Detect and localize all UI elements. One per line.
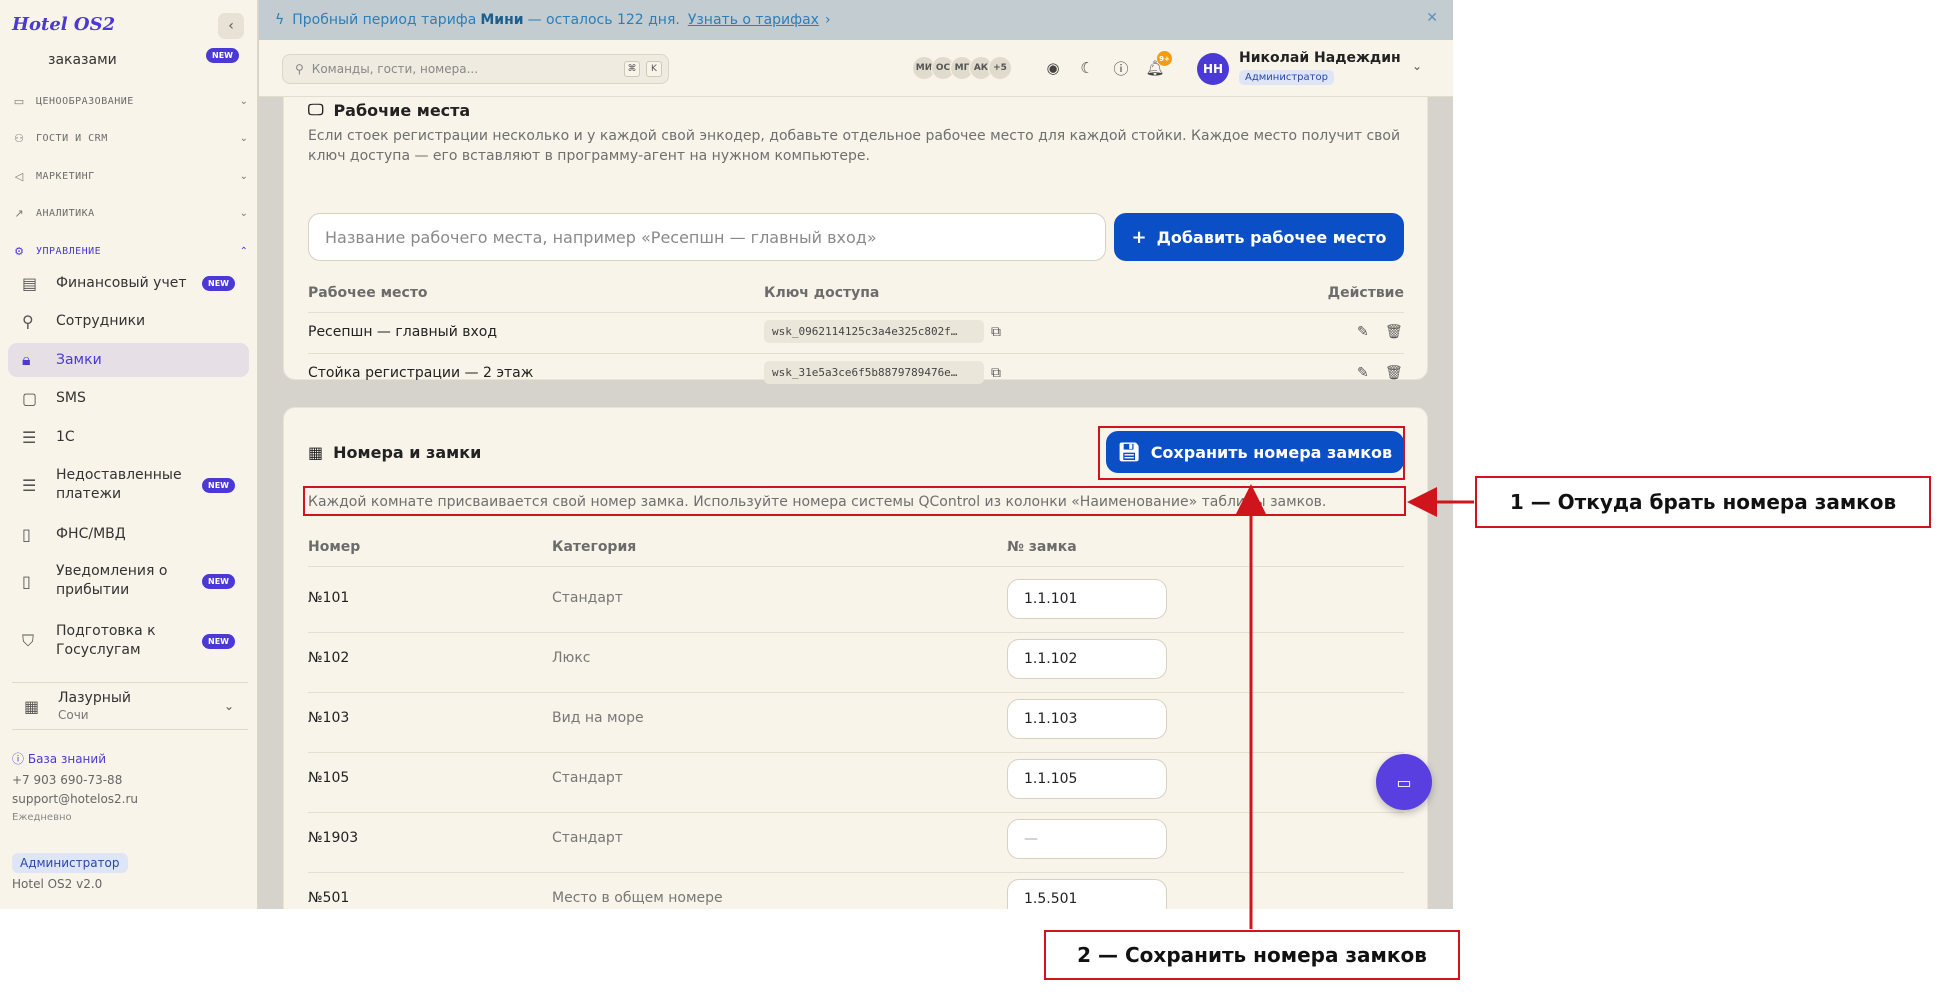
annotation-arrows xyxy=(1236,484,1474,929)
